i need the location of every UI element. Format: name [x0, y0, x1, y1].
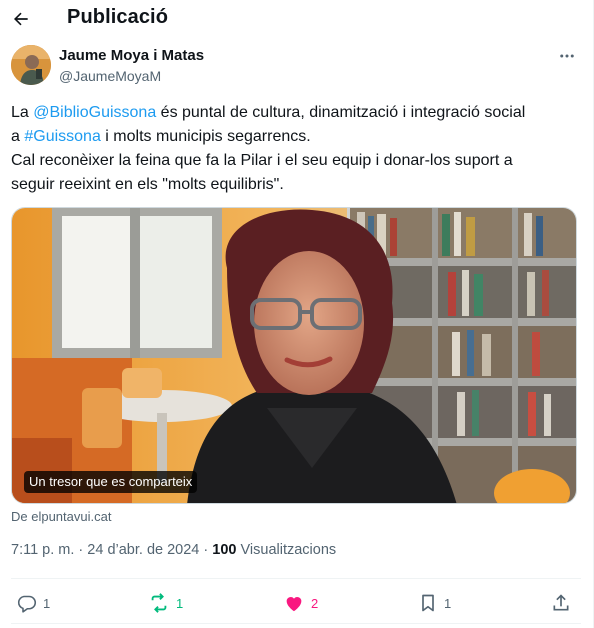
post-view: Publicació Jaume Moya i Matas @JaumeMoya…: [0, 0, 594, 628]
tweet-line-3: Cal reconèixer la feina que fa la Pilar …: [11, 152, 513, 169]
heart-icon: [286, 597, 302, 612]
card-photo: [12, 208, 576, 503]
reply-count: 1: [43, 595, 51, 611]
reply-icon: [17, 595, 37, 613]
back-button[interactable]: [6, 4, 36, 34]
link-card[interactable]: Un tresor que es comparteix: [11, 207, 577, 504]
avatar[interactable]: [11, 45, 51, 85]
more-options-button[interactable]: [553, 44, 581, 68]
tweet-line-2: a #Guissona i molts municipis segarrencs…: [11, 128, 311, 145]
avatar-image: [11, 45, 51, 85]
mention-link[interactable]: @BiblioGuissona: [33, 104, 156, 121]
divider-top: [11, 578, 581, 579]
views-count: 100: [212, 542, 237, 558]
tweet-line-1: La @BiblioGuissona és puntal de cultura,…: [11, 104, 526, 121]
card-caption: Un tresor que es comparteix: [24, 471, 198, 493]
divider-bottom: [11, 623, 581, 624]
tweet-meta: 7:11 p. m. · 24 d’abr. de 2024 · 100 Vis…: [11, 542, 337, 558]
retweet-icon: [151, 593, 167, 613]
views-label: Visualitzacions: [236, 542, 337, 558]
like-count: 2: [311, 595, 319, 611]
retweet-button[interactable]: 1: [148, 590, 183, 616]
card-source[interactable]: De elpuntavui.cat: [11, 509, 111, 524]
more-horizontal-icon: [560, 54, 574, 58]
reply-button[interactable]: 1: [16, 590, 50, 616]
action-bar: 1 1 2 1: [0, 586, 594, 618]
hashtag-link[interactable]: #Guissona: [24, 128, 101, 145]
bookmark-count: 1: [444, 595, 452, 611]
bookmark-button[interactable]: 1: [418, 590, 451, 616]
share-button[interactable]: [551, 590, 571, 616]
tweet-line-4: seguir reeixint en els "molts equilibris…: [11, 176, 284, 193]
author-name[interactable]: Jaume Moya i Matas: [59, 47, 204, 64]
like-button[interactable]: 2: [283, 590, 318, 616]
author-handle[interactable]: @JaumeMoyaM: [59, 68, 161, 84]
arrow-left-icon: [14, 12, 28, 26]
tweet-date[interactable]: 24 d’abr. de 2024: [87, 542, 199, 558]
tweet-time[interactable]: 7:11 p. m.: [11, 542, 74, 558]
tweet-text: La @BiblioGuissona és puntal de cultura,…: [11, 101, 581, 197]
header-bar: Publicació: [0, 0, 590, 37]
bookmark-icon: [422, 594, 434, 612]
retweet-count: 1: [176, 595, 184, 611]
person-face: [254, 251, 364, 395]
share-icon: [553, 594, 569, 611]
page-title: Publicació: [67, 6, 169, 28]
